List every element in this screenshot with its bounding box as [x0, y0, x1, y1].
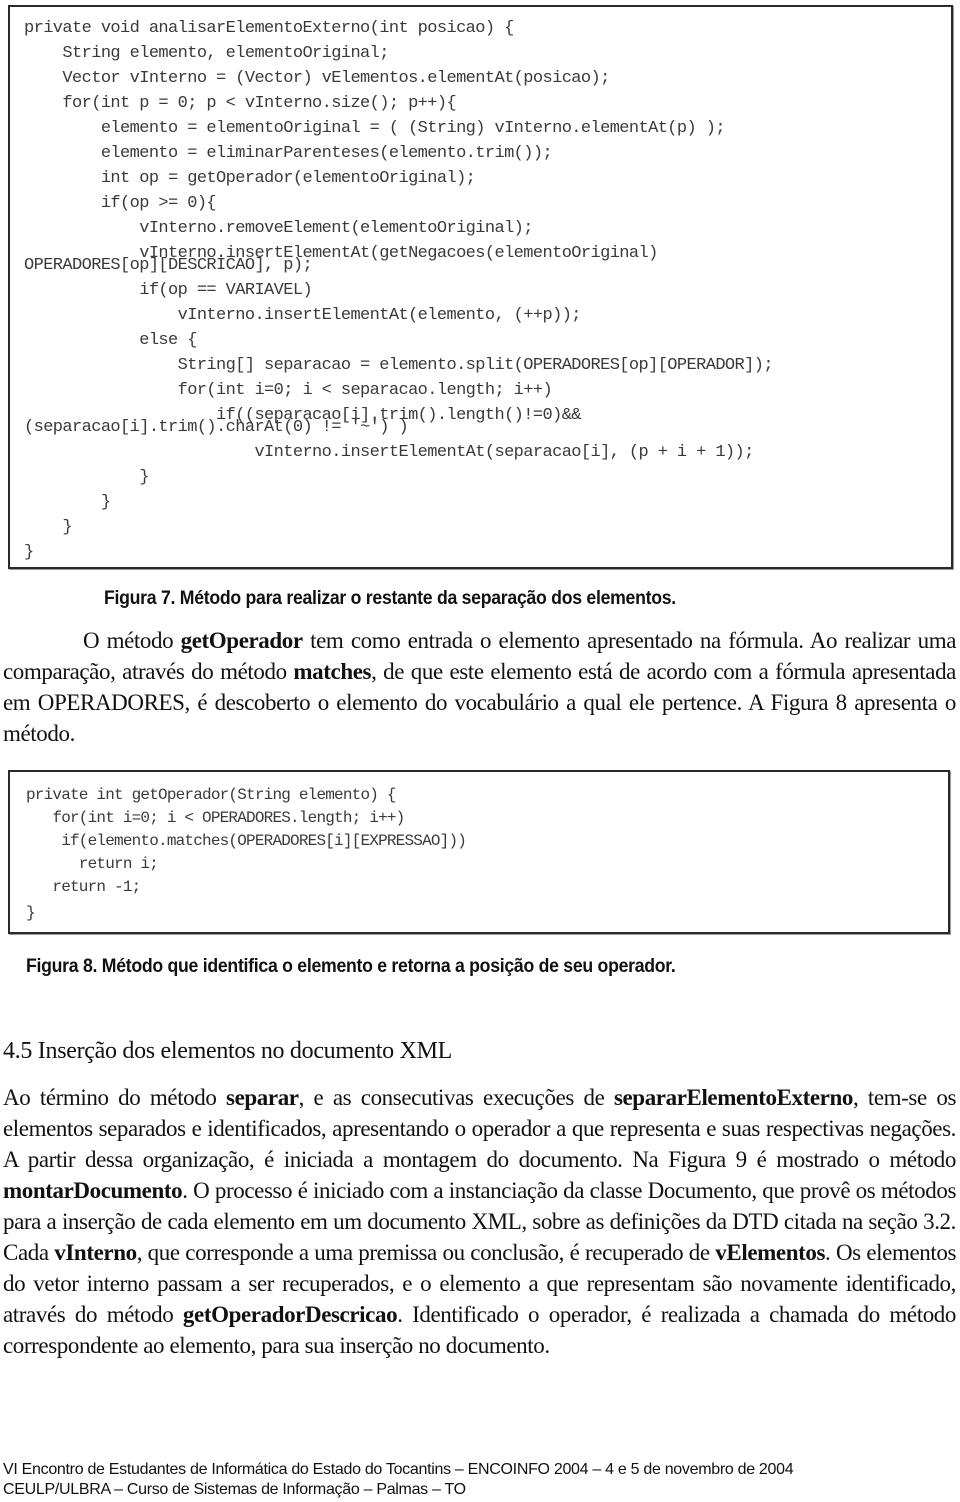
code-line: return -1; [26, 878, 141, 896]
code-line: } [24, 468, 149, 487]
bold-term: vElementos [715, 1240, 826, 1265]
code-line: private int getOperador(String elemento)… [26, 786, 396, 804]
footer-institution-line: CEULP/ULBRA – Curso de Sistemas de Infor… [3, 1481, 466, 1498]
code-line: int op = getOperador(elementoOriginal); [24, 169, 476, 188]
code-line: for(int i=0; i < OPERADORES.length; i++) [26, 809, 405, 827]
code-line: vInterno.insertElementAt(separacao[i], (… [24, 443, 754, 462]
code-line: OPERADORES[op][DESCRICAO], p); [24, 256, 313, 275]
bold-term: vInterno [54, 1240, 137, 1265]
paragraph-insercao-xml: Ao término do método separar, e as conse… [3, 1082, 956, 1361]
code-line: String elemento, elementoOriginal; [24, 44, 389, 63]
text-run: , que corresponde a uma premissa ou conc… [136, 1240, 716, 1265]
code-line: for(int i=0; i < separacao.length; i++) [24, 381, 553, 400]
code-line: if(elemento.matches(OPERADORES[i][EXPRES… [26, 832, 467, 850]
figure-7-caption: Figura 7. Método para realizar o restant… [104, 588, 676, 609]
text-run: O método [83, 628, 181, 653]
code-line: private void analisarElementoExterno(int… [24, 19, 514, 38]
code-line: } [24, 518, 73, 537]
code-line: elemento = elementoOriginal = ( (String)… [24, 119, 726, 138]
bold-term: separarElementoExterno [613, 1085, 853, 1110]
code-line: } [24, 493, 111, 512]
code-line: vInterno.removeElement(elementoOriginal)… [24, 219, 533, 238]
code-line: } [24, 543, 34, 562]
bold-term: getOperador [180, 628, 303, 653]
code-line: String[] separacao = elemento.split(OPER… [24, 356, 774, 375]
text-run: Ao término do método [3, 1085, 227, 1110]
code-line: } [26, 904, 36, 922]
bold-term: separar [226, 1085, 299, 1110]
paragraph-getoperador: O método getOperador tem como entrada o … [3, 625, 956, 749]
bold-term: matches [293, 659, 372, 684]
code-line: (separacao[i].trim().charAt(0) != '~') ) [24, 418, 409, 437]
section-heading: 4.5 Inserção dos elementos no documento … [3, 1038, 452, 1064]
code-line: vInterno.insertElementAt(elemento, (++p)… [24, 306, 582, 325]
code-line: if(op >= 0){ [24, 194, 217, 213]
code-line: elemento = eliminarParenteses(elemento.t… [24, 144, 553, 163]
figure-7-code-listing: private void analisarElementoExterno(int… [8, 5, 953, 569]
code-line: for(int p = 0; p < vInterno.size(); p++)… [24, 94, 457, 113]
footer-event-line: VI Encontro de Estudantes de Informática… [3, 1461, 794, 1478]
figure-8-code-listing: private int getOperador(String elemento)… [8, 770, 950, 934]
figure-8-caption: Figura 8. Método que identifica o elemen… [26, 956, 676, 977]
code-line: Vector vInterno = (Vector) vElementos.el… [24, 69, 610, 88]
bold-term: montarDocumento [3, 1178, 183, 1203]
bold-term: getOperadorDescricao [182, 1302, 398, 1327]
code-line: return i; [26, 855, 159, 873]
code-line: if(op == VARIAVEL) [24, 281, 313, 300]
text-run: , e as consecutivas execuções de [298, 1085, 614, 1110]
code-line: else { [24, 331, 197, 350]
